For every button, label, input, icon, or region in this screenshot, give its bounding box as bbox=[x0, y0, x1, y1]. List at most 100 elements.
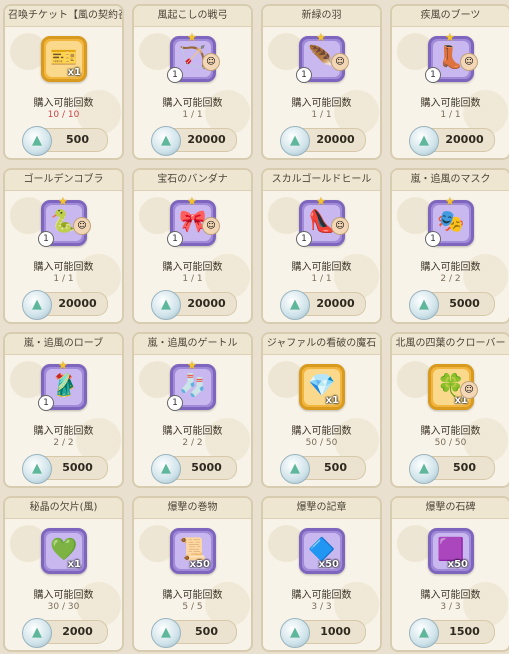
shop-item-card-13[interactable]: 秘晶の欠片(風) 💚 x1 購入可能回数 30 / 30 ▲ 2000 bbox=[3, 496, 124, 652]
shop-item-card-2[interactable]: 風起こしの戦弓 🏹 1 ★ ☺ 購入可能回数 1 / 1 ▲ 20000 bbox=[132, 4, 253, 160]
purchase-count: 50 / 50 bbox=[434, 438, 467, 448]
buy-button[interactable]: ▲ 1500 bbox=[409, 618, 495, 648]
buy-button[interactable]: ▲ 20000 bbox=[151, 126, 237, 156]
item-level-badge: 1 bbox=[38, 231, 54, 247]
shop-item-card-4[interactable]: 疾風のブーツ 👢 1 ★ ☺ 購入可能回数 1 / 1 ▲ 20000 bbox=[390, 4, 509, 160]
item-price: 20000 bbox=[187, 297, 226, 310]
item-frame[interactable]: 🪶 1 ★ ☺ bbox=[296, 31, 349, 83]
item-frame[interactable]: 🏹 1 ★ ☺ bbox=[167, 31, 220, 83]
currency-crystal-icon: ▲ bbox=[280, 126, 310, 156]
purchase-count: 1 / 1 bbox=[182, 274, 203, 284]
item-name: 新緑の羽 bbox=[263, 6, 380, 27]
buy-button[interactable]: ▲ 20000 bbox=[409, 126, 495, 156]
character-portrait-icon: ☺ bbox=[331, 53, 349, 71]
shop-item-grid: 召喚チケット【風の契約召喚】 🎫 x1 購入可能回数 10 / 10 ▲ 500… bbox=[0, 0, 509, 654]
purchasable-label: 購入可能回数 bbox=[162, 426, 223, 437]
purchasable-label: 購入可能回数 bbox=[420, 426, 481, 437]
buy-button[interactable]: ▲ 500 bbox=[22, 126, 108, 156]
item-price: 1000 bbox=[320, 625, 351, 638]
item-frame[interactable]: 🎫 x1 bbox=[41, 36, 87, 82]
item-frame[interactable]: 📜 x50 bbox=[170, 528, 216, 574]
purchasable-label: 購入可能回数 bbox=[291, 98, 352, 109]
currency-crystal-icon: ▲ bbox=[280, 454, 310, 484]
shop-item-card-16[interactable]: 爆撃の石碑 🟪 x50 購入可能回数 3 / 3 ▲ 1500 bbox=[390, 496, 509, 652]
item-name: 疾風のブーツ bbox=[392, 6, 509, 27]
buy-button[interactable]: ▲ 1000 bbox=[280, 618, 366, 648]
purchasable-label: 購入可能回数 bbox=[162, 262, 223, 273]
currency-crystal-icon: ▲ bbox=[22, 290, 52, 320]
purchase-count: 1 / 1 bbox=[53, 274, 74, 284]
purchase-count: 1 / 1 bbox=[311, 274, 332, 284]
shop-item-card-9[interactable]: 嵐・追風のローブ 🥻 1 ★ 購入可能回数 2 / 2 ▲ 5000 bbox=[3, 332, 124, 488]
buy-button[interactable]: ▲ 500 bbox=[151, 618, 237, 648]
item-price: 5000 bbox=[449, 297, 480, 310]
item-name: 宝石のバンダナ bbox=[134, 170, 251, 191]
character-portrait-icon: ☺ bbox=[460, 53, 478, 71]
currency-crystal-icon: ▲ bbox=[22, 126, 52, 156]
shop-item-card-6[interactable]: 宝石のバンダナ 🎀 1 ★ ☺ 購入可能回数 1 / 1 ▲ 20000 bbox=[132, 168, 253, 324]
purchasable-label: 購入可能回数 bbox=[33, 98, 94, 109]
buy-button[interactable]: ▲ 500 bbox=[409, 454, 495, 484]
item-frame[interactable]: 👢 1 ★ ☺ bbox=[425, 31, 478, 83]
purchase-count: 5 / 5 bbox=[182, 602, 203, 612]
item-price: 20000 bbox=[187, 133, 226, 146]
purchasable-label: 購入可能回数 bbox=[162, 590, 223, 601]
character-portrait-icon: ☺ bbox=[460, 381, 478, 399]
item-price: 2000 bbox=[62, 625, 93, 638]
shop-item-card-8[interactable]: 嵐・追風のマスク 🎭 1 ★ 購入可能回数 2 / 2 ▲ 5000 bbox=[390, 168, 509, 324]
item-frame[interactable]: 🟪 x50 bbox=[428, 528, 474, 574]
currency-crystal-icon: ▲ bbox=[409, 290, 439, 320]
shop-item-card-11[interactable]: ジャファルの看破の魔石 💎 x1 購入可能回数 50 / 50 ▲ 500 bbox=[261, 332, 382, 488]
item-frame[interactable]: 🍀 x1 ☺ bbox=[428, 364, 478, 410]
item-price: 500 bbox=[66, 133, 89, 146]
currency-crystal-icon: ▲ bbox=[409, 126, 439, 156]
buy-button[interactable]: ▲ 5000 bbox=[409, 290, 495, 320]
item-frame[interactable]: 💚 x1 bbox=[41, 528, 87, 574]
item-frame[interactable]: 🧦 1 ★ bbox=[167, 359, 216, 411]
buy-button[interactable]: ▲ 20000 bbox=[280, 126, 366, 156]
shop-item-card-15[interactable]: 爆撃の記章 🔷 x50 購入可能回数 3 / 3 ▲ 1000 bbox=[261, 496, 382, 652]
buy-button[interactable]: ▲ 20000 bbox=[22, 290, 108, 320]
item-name: ジャファルの看破の魔石 bbox=[263, 334, 380, 355]
shop-item-card-3[interactable]: 新緑の羽 🪶 1 ★ ☺ 購入可能回数 1 / 1 ▲ 20000 bbox=[261, 4, 382, 160]
item-name: 爆撃の石碑 bbox=[392, 498, 509, 519]
item-frame[interactable]: 💎 x1 bbox=[299, 364, 345, 410]
purchasable-label: 購入可能回数 bbox=[162, 98, 223, 109]
item-quantity: x1 bbox=[325, 395, 339, 406]
shop-item-card-14[interactable]: 爆撃の巻物 📜 x50 購入可能回数 5 / 5 ▲ 500 bbox=[132, 496, 253, 652]
item-frame[interactable]: 👠 1 ★ ☺ bbox=[296, 195, 349, 247]
item-price: 20000 bbox=[316, 297, 355, 310]
buy-button[interactable]: ▲ 5000 bbox=[22, 454, 108, 484]
character-portrait-icon: ☺ bbox=[331, 217, 349, 235]
item-level-badge: 1 bbox=[425, 231, 441, 247]
buy-button[interactable]: ▲ 5000 bbox=[151, 454, 237, 484]
item-frame[interactable]: 🥻 1 ★ bbox=[38, 359, 87, 411]
buy-button[interactable]: ▲ 2000 bbox=[22, 618, 108, 648]
item-price: 20000 bbox=[58, 297, 97, 310]
shop-item-card-7[interactable]: スカルゴールドヒール 👠 1 ★ ☺ 購入可能回数 1 / 1 ▲ 20000 bbox=[261, 168, 382, 324]
mask-icon: 🎭 bbox=[437, 209, 465, 235]
robe-icon: 🥻 bbox=[50, 373, 78, 399]
character-portrait-icon: ☺ bbox=[202, 217, 220, 235]
buy-button[interactable]: ▲ 20000 bbox=[280, 290, 366, 320]
shop-item-card-12[interactable]: 北風の四葉のクローバー 🍀 x1 ☺ 購入可能回数 50 / 50 ▲ 500 bbox=[390, 332, 509, 488]
purchase-count: 1 / 1 bbox=[182, 110, 203, 120]
buy-button[interactable]: ▲ 20000 bbox=[151, 290, 237, 320]
item-frame[interactable]: 🎀 1 ★ ☺ bbox=[167, 195, 220, 247]
item-frame[interactable]: 🔷 x50 bbox=[299, 528, 345, 574]
item-name: スカルゴールドヒール bbox=[263, 170, 380, 191]
buy-button[interactable]: ▲ 500 bbox=[280, 454, 366, 484]
purchasable-label: 購入可能回数 bbox=[291, 590, 352, 601]
item-frame[interactable]: 🎭 1 ★ bbox=[425, 195, 474, 247]
item-price: 500 bbox=[195, 625, 218, 638]
shop-item-card-5[interactable]: ゴールデンコブラ 🐍 1 ★ ☺ 購入可能回数 1 / 1 ▲ 20000 bbox=[3, 168, 124, 324]
shop-item-card-1[interactable]: 召喚チケット【風の契約召喚】 🎫 x1 購入可能回数 10 / 10 ▲ 500 bbox=[3, 4, 124, 160]
item-level-badge: 1 bbox=[296, 231, 312, 247]
shop-item-card-10[interactable]: 嵐・追風のゲートル 🧦 1 ★ 購入可能回数 2 / 2 ▲ 5000 bbox=[132, 332, 253, 488]
currency-crystal-icon: ▲ bbox=[151, 126, 181, 156]
currency-crystal-icon: ▲ bbox=[151, 290, 181, 320]
purchase-count: 1 / 1 bbox=[311, 110, 332, 120]
item-frame[interactable]: 🐍 1 ★ ☺ bbox=[38, 195, 91, 247]
purchase-count: 10 / 10 bbox=[47, 110, 80, 120]
purchase-count: 2 / 2 bbox=[182, 438, 203, 448]
